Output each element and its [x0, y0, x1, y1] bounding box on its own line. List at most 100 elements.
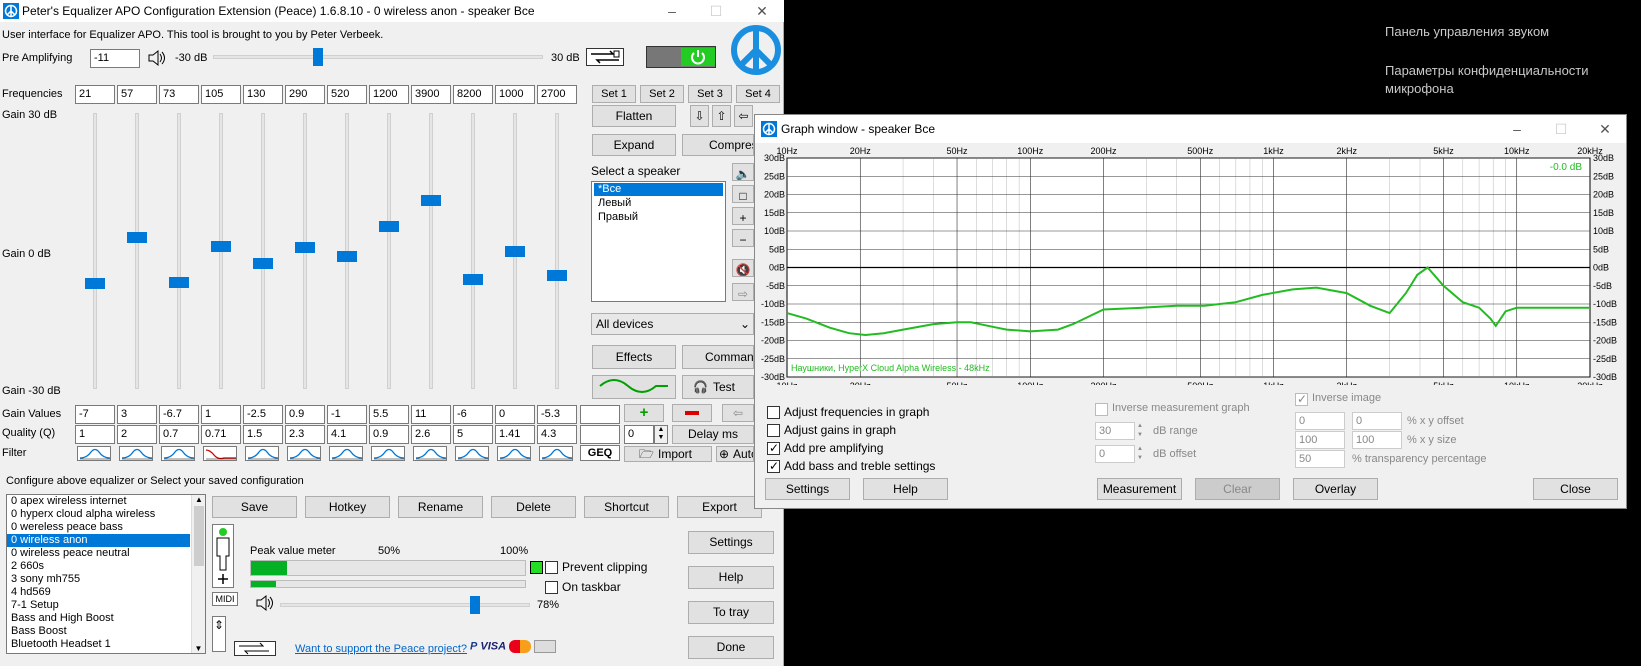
config-list-item[interactable]: 4 hd569 [7, 586, 190, 599]
set-button[interactable]: Set 2 [640, 85, 684, 103]
filter-type-button[interactable] [329, 446, 363, 461]
db-range-input[interactable]: 30 [1095, 422, 1135, 440]
config-list-item[interactable]: 0 wireless peace neutral [7, 547, 190, 560]
extra-q-box[interactable] [580, 425, 620, 444]
gain-slider-track[interactable] [93, 113, 97, 389]
quality-input[interactable]: 5 [453, 425, 493, 444]
gain-slider-track[interactable] [177, 113, 181, 389]
gain-slider-thumb[interactable] [85, 278, 105, 290]
swap-button[interactable] [586, 48, 624, 66]
frequency-input[interactable]: 2700 [537, 85, 577, 104]
quality-input[interactable]: 2.6 [411, 425, 451, 444]
midi-button[interactable]: MIDI [212, 592, 238, 606]
gain-value-input[interactable]: -5.3 [537, 405, 577, 424]
config-action-button[interactable]: Shortcut [584, 496, 669, 518]
device-select[interactable]: All devices ⌄ [591, 313, 754, 335]
frequency-input[interactable]: 520 [327, 85, 367, 104]
gain-value-input[interactable]: 11 [411, 405, 451, 424]
config-action-button[interactable]: Delete [491, 496, 576, 518]
volume-slider-thumb[interactable] [470, 596, 480, 614]
gain-value-input[interactable]: 0 [495, 405, 535, 424]
graph-help-button[interactable]: Help [863, 478, 948, 500]
gain-slider-thumb[interactable] [505, 246, 525, 257]
gain-slider-track[interactable] [471, 113, 475, 389]
frequency-input[interactable]: 105 [201, 85, 241, 104]
config-list-item[interactable]: 0 wereless peace bass [7, 521, 190, 534]
speaker-icon[interactable] [147, 49, 167, 67]
filter-type-button[interactable] [539, 446, 573, 461]
frequency-input[interactable]: 3900 [411, 85, 451, 104]
set-button[interactable]: Set 4 [736, 85, 780, 103]
gain-value-input[interactable]: 3 [117, 405, 157, 424]
speaker-add-button[interactable]: + [732, 207, 754, 225]
effects-button[interactable]: Effects [592, 345, 676, 369]
close-button[interactable]: ✕ [740, 0, 784, 22]
preamp-slider-track[interactable] [213, 55, 543, 59]
gain-value-input[interactable]: 0.9 [285, 405, 325, 424]
bg-link-sound-panel[interactable]: Панель управления звуком [1385, 23, 1549, 41]
prevent-clipping-checkbox[interactable] [545, 561, 558, 574]
filter-type-button[interactable] [119, 446, 153, 461]
band-left-button[interactable]: ⇦ [722, 404, 754, 422]
gain-slider-thumb[interactable] [169, 276, 189, 288]
speaker-test-button[interactable]: 🔈 [732, 163, 754, 181]
transparency-input[interactable]: 50 [1295, 450, 1345, 468]
graph-option-checkbox[interactable] [767, 441, 780, 455]
config-list-item[interactable]: 0 wireless anon [7, 534, 190, 547]
y-offset-input[interactable]: 0 [1352, 412, 1402, 430]
flatten-button[interactable]: Flatten [592, 105, 676, 127]
volume-slider-track[interactable] [280, 603, 530, 607]
quality-input[interactable]: 1.41 [495, 425, 535, 444]
speaker-mute-button[interactable]: 🔇 [732, 259, 754, 277]
set-button[interactable]: Set 3 [688, 85, 732, 103]
stepper-input[interactable]: 0 [624, 425, 654, 444]
frequency-input[interactable]: 21 [75, 85, 115, 104]
config-list-item[interactable]: 3 sony mh755 [7, 573, 190, 586]
frequency-input[interactable]: 73 [159, 85, 199, 104]
swap-button-small[interactable] [234, 641, 276, 656]
config-action-button[interactable]: Hotkey [305, 496, 390, 518]
gain-value-input[interactable]: -2.5 [243, 405, 283, 424]
support-link[interactable]: Want to support the Peace project? [295, 643, 467, 655]
speaker-list-item[interactable]: *Все [594, 183, 723, 196]
inverse-image-checkbox[interactable] [1295, 392, 1308, 406]
auto-button[interactable]: ⊕Auto [716, 446, 754, 462]
remove-band-button[interactable] [672, 404, 712, 422]
filter-type-button[interactable] [413, 446, 447, 461]
preamp-input[interactable]: -11 [90, 49, 140, 68]
gain-slider-track[interactable] [135, 113, 139, 389]
scroll-thumb[interactable] [194, 506, 204, 566]
quality-input[interactable]: 0.7 [159, 425, 199, 444]
overlay-button[interactable]: Overlay [1293, 478, 1378, 500]
commands-button[interactable]: Commands [682, 345, 754, 369]
minimize-button[interactable]: – [650, 0, 694, 22]
scroll-down-icon[interactable]: ▼ [192, 644, 205, 653]
gain-value-input[interactable]: 1 [201, 405, 241, 424]
side-action-button[interactable]: To tray [688, 601, 774, 624]
gain-slider-thumb[interactable] [379, 220, 399, 232]
graph-close-button[interactable]: Close [1533, 478, 1618, 500]
arrow-down-button[interactable]: ⇩ [690, 105, 709, 127]
filter-type-button[interactable] [371, 446, 405, 461]
filter-type-button[interactable] [77, 446, 111, 461]
vertical-arrows-button[interactable]: ⇕ [212, 616, 226, 652]
filter-type-button[interactable] [203, 446, 237, 461]
filter-type-button[interactable] [497, 446, 531, 461]
quality-input[interactable]: 4.1 [327, 425, 367, 444]
side-action-button[interactable]: Help [688, 566, 774, 589]
config-list-item[interactable]: 7-1 Setup [7, 599, 190, 612]
curve-button[interactable] [592, 375, 676, 399]
quality-input[interactable]: 1 [75, 425, 115, 444]
expand-button[interactable]: Expand [592, 134, 676, 156]
gain-slider-thumb[interactable] [421, 195, 441, 207]
bg-link-mic-privacy[interactable]: Параметры конфиденциальности микрофона [1385, 62, 1641, 98]
filter-type-button[interactable] [455, 446, 489, 461]
frequency-input[interactable]: 1200 [369, 85, 409, 104]
x-offset-input[interactable]: 0 [1295, 412, 1345, 430]
quality-input[interactable]: 1.5 [243, 425, 283, 444]
gain-slider-track[interactable] [261, 113, 265, 389]
filter-type-button[interactable] [287, 446, 321, 461]
clear-button[interactable]: Clear [1195, 478, 1280, 500]
volume-icon[interactable] [255, 594, 275, 612]
gain-slider-thumb[interactable] [547, 270, 567, 282]
